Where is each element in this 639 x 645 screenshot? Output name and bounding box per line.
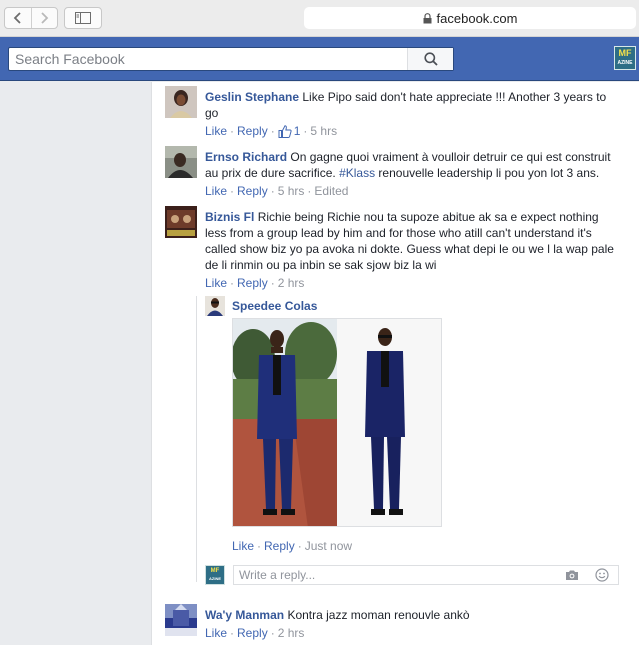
avatar[interactable] (165, 604, 197, 636)
comment-body: Biznis Fl Richie being Richie nou ta sup… (205, 209, 615, 273)
back-button[interactable] (5, 8, 31, 28)
search-input[interactable] (9, 48, 409, 70)
like-link[interactable]: Like (205, 276, 227, 290)
photo-image (233, 319, 441, 526)
reply-link[interactable]: Reply (264, 539, 295, 553)
avatar[interactable] (165, 86, 197, 118)
url-text: facebook.com (436, 10, 518, 26)
avatar[interactable]: MF AZINE (205, 565, 225, 585)
lock-icon (423, 12, 432, 23)
avatar[interactable] (165, 206, 197, 238)
comment-time[interactable]: 5 hrs (310, 124, 337, 138)
reply-photo[interactable] (232, 318, 442, 527)
comment-actions: Like · Reply · 2 hrs (205, 276, 305, 290)
reply-thread-line (196, 296, 197, 582)
search-button[interactable] (407, 48, 453, 70)
like-link[interactable]: Like (232, 539, 254, 553)
reply-link[interactable]: Reply (237, 276, 268, 290)
sidebar-icon (75, 12, 91, 24)
comment-body: Wa'y Manman Kontra jazz moman renouvle a… (205, 607, 615, 623)
camera-icon (566, 570, 578, 580)
comment-author[interactable]: Ernso Richard (205, 150, 287, 164)
reply-author[interactable]: Speedee Colas (232, 299, 317, 313)
thumbs-up-icon (278, 124, 292, 138)
sidebar-toggle-button[interactable] (64, 7, 102, 29)
facebook-header: MF AZINE (0, 37, 639, 81)
logo-line1: MF (210, 568, 220, 574)
comment-time[interactable]: 2 hrs (278, 276, 305, 290)
search-box (8, 47, 454, 71)
reply-link[interactable]: Reply (237, 626, 268, 640)
like-link[interactable]: Like (205, 124, 227, 138)
emoji-button[interactable] (594, 568, 610, 582)
comment-author[interactable]: Geslin Stephane (205, 90, 299, 104)
profile-avatar-logo[interactable]: MF AZINE (614, 46, 636, 70)
logo-line2: AZINE (617, 60, 633, 66)
like-link[interactable]: Like (205, 184, 227, 198)
comment-author[interactable]: Wa'y Manman (205, 608, 284, 622)
smiley-icon (595, 568, 609, 582)
attach-photo-button[interactable] (564, 568, 580, 582)
logo-line1: MF (618, 48, 632, 58)
comment-actions: Like · Reply · 2 hrs (205, 626, 305, 640)
address-bar[interactable]: facebook.com (304, 7, 636, 29)
browser-toolbar: facebook.com (0, 0, 639, 37)
reply-link[interactable]: Reply (237, 124, 268, 138)
hashtag-link[interactable]: #Klass (339, 166, 375, 180)
reply-box (233, 565, 619, 585)
comment-actions: Like · Reply · 5 hrs · Edited (205, 184, 349, 198)
avatar[interactable] (205, 296, 225, 316)
reply-body: Speedee Colas (232, 298, 639, 314)
reply-link[interactable]: Reply (237, 184, 268, 198)
edited-label[interactable]: Edited (314, 184, 348, 198)
forward-button[interactable] (30, 8, 57, 28)
comment-text: Richie being Richie nou ta supoze abitue… (205, 210, 614, 272)
chevron-left-icon (13, 12, 21, 24)
like-link[interactable]: Like (205, 626, 227, 640)
comment-time[interactable]: 5 hrs (278, 184, 305, 198)
reply-input[interactable] (234, 566, 554, 584)
left-rail (0, 82, 151, 645)
comments-feed: Geslin Stephane Like Pipo said don't hat… (151, 82, 639, 645)
chevron-right-icon (41, 12, 49, 24)
nav-buttons (4, 7, 58, 29)
reply-actions: Like · Reply · Just now (232, 539, 353, 553)
comment-body: Ernso Richard On gagne quoi vraiment à v… (205, 149, 615, 181)
like-count[interactable]: 1 (278, 124, 300, 138)
logo-line2: AZINE (209, 576, 221, 581)
comment-body: Geslin Stephane Like Pipo said don't hat… (205, 89, 615, 121)
comment-author[interactable]: Biznis Fl (205, 210, 254, 224)
search-icon (423, 52, 438, 66)
comment-text-rest: renouvelle leadership li pou yon lot 3 a… (375, 166, 600, 180)
avatar[interactable] (165, 146, 197, 178)
reply-time[interactable]: Just now (305, 539, 352, 553)
comment-time[interactable]: 2 hrs (278, 626, 305, 640)
comment-actions: Like · Reply · 1 · 5 hrs (205, 124, 338, 138)
comment-text: Kontra jazz moman renouvle ankò (287, 608, 470, 622)
